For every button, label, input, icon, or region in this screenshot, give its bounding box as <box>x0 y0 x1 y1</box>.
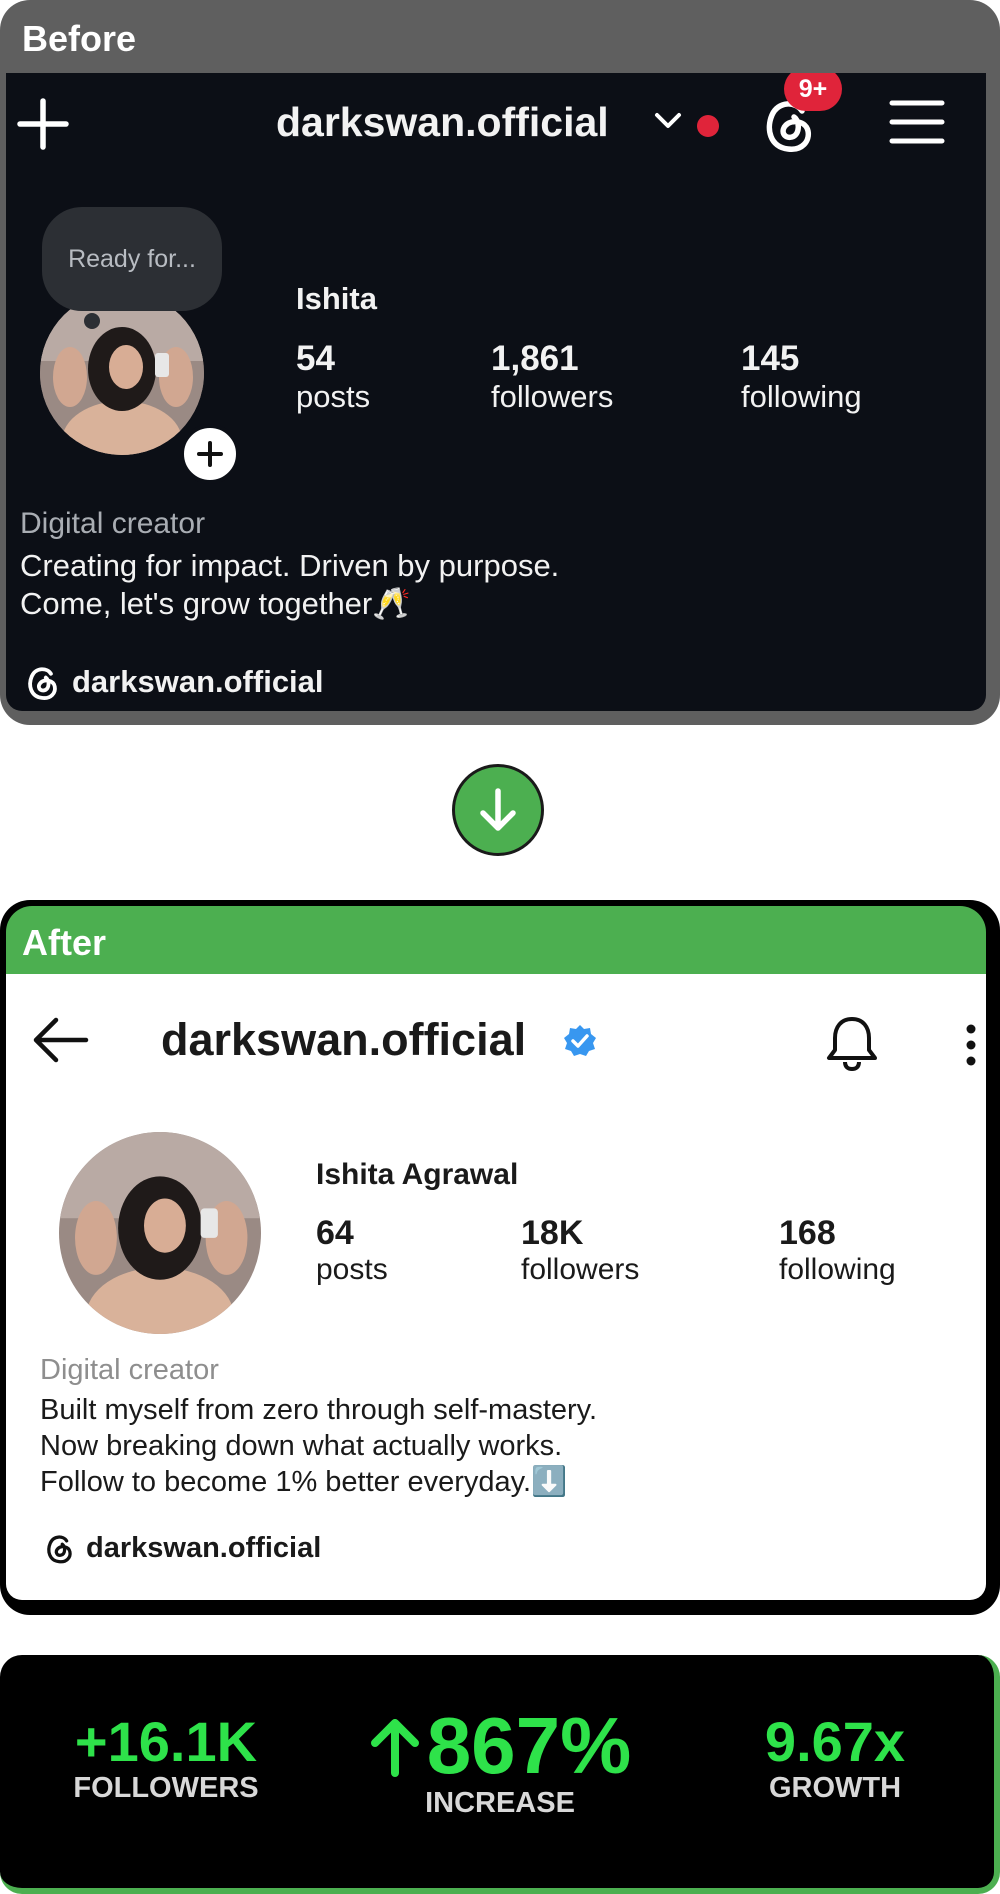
stat-value: 145 <box>741 339 800 378</box>
before-bio: Creating for impact. Driven by purpose. … <box>20 547 559 623</box>
create-plus-icon[interactable] <box>14 95 72 153</box>
result-label: GROWTH <box>768 1772 902 1804</box>
result-label: INCREASE <box>425 1787 575 1819</box>
before-following-stat[interactable]: 145 following <box>741 339 862 415</box>
threads-handle: darkswan.official <box>72 664 324 699</box>
before-followers-stat[interactable]: 1,861 followers <box>491 339 613 415</box>
result-label: FOLLOWERS <box>73 1772 259 1804</box>
threads-link-icon <box>28 667 57 700</box>
notification-badge: 9+ <box>784 73 842 111</box>
after-threads-link[interactable]: darkswan.official <box>42 1530 321 1566</box>
threads-link-icon <box>47 1535 72 1564</box>
threads-handle: darkswan.official <box>86 1531 322 1564</box>
before-header: Before <box>22 18 137 59</box>
arrow-up-icon <box>370 1719 419 1777</box>
note-bubble[interactable]: Ready for... <box>42 207 222 311</box>
add-story-button[interactable] <box>180 424 240 484</box>
before-threads-link[interactable]: darkswan.official <box>22 661 324 703</box>
stat-value: 168 <box>779 1214 836 1252</box>
before-posts-stat[interactable]: 54 posts <box>296 339 370 415</box>
after-bio: Built myself from zero through self-mast… <box>40 1392 597 1500</box>
growth-multiple-stat: 9.67x GROWTH <box>720 1712 950 1805</box>
after-username: darkswan.official <box>161 1014 527 1065</box>
stat-label: posts <box>296 379 371 414</box>
before-profile-name: Ishita <box>296 281 377 316</box>
stat-label: following <box>779 1253 896 1286</box>
stat-value: 64 <box>316 1214 354 1252</box>
bio-line: Creating for impact. Driven by purpose. <box>20 548 560 583</box>
after-category: Digital creator <box>40 1354 219 1386</box>
notification-bell-icon[interactable] <box>824 1014 880 1077</box>
stat-value: 54 <box>296 339 335 378</box>
stat-value: 1,861 <box>491 339 579 378</box>
bio-line: Now breaking down what actually works. <box>40 1430 563 1462</box>
bio-line: Built myself from zero through self-mast… <box>40 1394 598 1426</box>
stat-label: following <box>741 379 862 414</box>
after-following-stat[interactable]: 168 following <box>779 1214 896 1287</box>
before-profile-screen: darkswan.official 9+ Ready for... Ishita… <box>6 73 986 711</box>
after-followers-stat[interactable]: 18K followers <box>521 1214 639 1287</box>
bio-line: Follow to become 1% better everyday.⬇️ <box>40 1466 568 1498</box>
down-arrow-indicator <box>452 764 544 856</box>
back-arrow-icon[interactable] <box>30 1014 90 1071</box>
before-username[interactable]: darkswan.official <box>276 99 609 146</box>
result-value: 9.67x <box>764 1710 906 1773</box>
note-bubble-tail <box>84 313 100 329</box>
before-avatar[interactable] <box>40 291 204 455</box>
more-options-icon[interactable] <box>964 1024 978 1071</box>
increase-stat: 867% INCREASE <box>350 1705 650 1820</box>
result-value: 867% <box>426 1701 632 1790</box>
stat-label: followers <box>521 1253 640 1286</box>
stat-label: posts <box>316 1253 388 1286</box>
unread-dot-icon <box>697 115 719 137</box>
after-avatar[interactable] <box>59 1132 261 1334</box>
hamburger-menu-icon[interactable] <box>888 93 946 151</box>
after-header: After <box>22 922 107 963</box>
bio-line: Come, let's grow together🥂 <box>20 586 411 621</box>
followers-gain-stat: +16.1K FOLLOWERS <box>50 1712 282 1805</box>
arrow-down-icon <box>480 788 516 831</box>
stat-label: followers <box>491 379 614 414</box>
verified-badge-icon <box>563 1024 597 1063</box>
after-header-bar <box>6 906 986 974</box>
before-category: Digital creator <box>20 507 206 540</box>
chevron-down-icon[interactable] <box>653 109 683 138</box>
stat-value: 18K <box>521 1214 584 1252</box>
result-value: +16.1K <box>74 1710 258 1773</box>
add-story-plus-icon <box>197 441 223 467</box>
after-profile-name: Ishita Agrawal <box>316 1158 519 1191</box>
after-posts-stat[interactable]: 64 posts <box>316 1214 388 1287</box>
note-text: Ready for... <box>68 244 196 273</box>
after-profile-screen: darkswan.official Ishita Agrawal 64 post… <box>6 974 986 1600</box>
